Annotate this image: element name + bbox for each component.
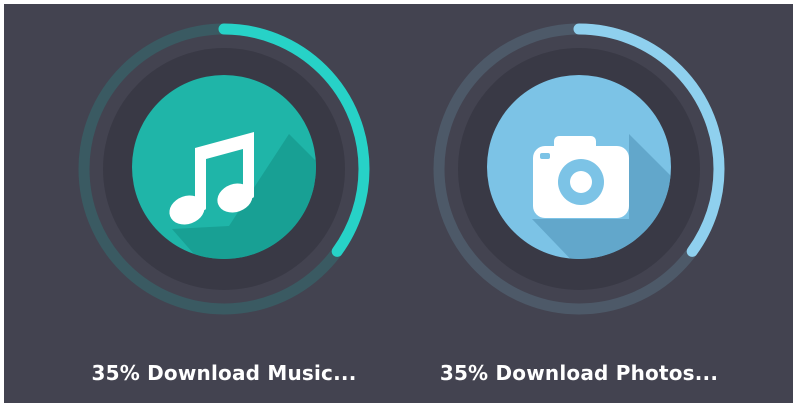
music-progress-ring (69, 14, 379, 324)
music-progress-ring-graphic (78, 23, 370, 315)
photos-status-text: Download Photos... (495, 361, 719, 385)
photos-download-label: 35% Download Photos... (409, 361, 749, 385)
photos-percent-text: 35% (439, 361, 489, 385)
music-download-item: 35% Download Music... (54, 4, 394, 403)
music-percent-text: 35% (91, 361, 140, 385)
photos-download-item: 35% Download Photos... (409, 4, 749, 403)
download-panel: 35% Download Music... 35% Download Photo… (4, 4, 793, 403)
music-status-text: Download Music... (147, 361, 357, 385)
photos-progress-ring-graphic (433, 23, 725, 315)
photos-progress-ring (424, 14, 734, 324)
camera-icon (533, 136, 629, 218)
music-download-label: 35% Download Music... (54, 361, 394, 385)
